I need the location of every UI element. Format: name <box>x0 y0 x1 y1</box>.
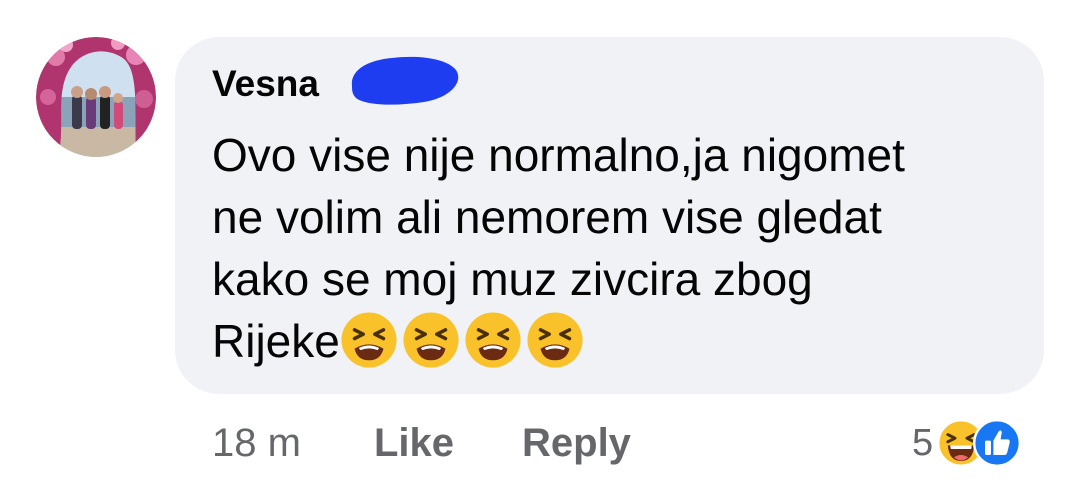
reactions-summary[interactable]: 5 <box>912 416 1022 470</box>
comment-timestamp[interactable]: 18 m <box>212 416 301 470</box>
reaction-count: 5 <box>912 421 934 464</box>
redaction-mark <box>346 52 460 108</box>
like-reaction-icon <box>973 419 1022 467</box>
comment-text: Ovo vise nije normalno,ja nigomet ne vol… <box>212 124 1032 372</box>
comment-line: kako se moj muz zivcira zbog <box>212 253 813 305</box>
tired-face-emoji <box>402 311 460 369</box>
comment-line: ne volim ali nemorem vise gledat <box>212 191 882 243</box>
comment-author-name[interactable]: Vesna <box>212 62 319 106</box>
tired-face-emoji <box>340 311 398 369</box>
like-button[interactable]: Like <box>374 416 454 470</box>
comment-line: Rijeke <box>212 315 340 367</box>
tired-face-emoji <box>464 311 522 369</box>
comment-line: Ovo vise nije normalno,ja nigomet <box>212 129 905 181</box>
reply-button[interactable]: Reply <box>522 416 631 470</box>
avatar[interactable] <box>36 37 156 157</box>
tired-face-emoji <box>526 311 584 369</box>
